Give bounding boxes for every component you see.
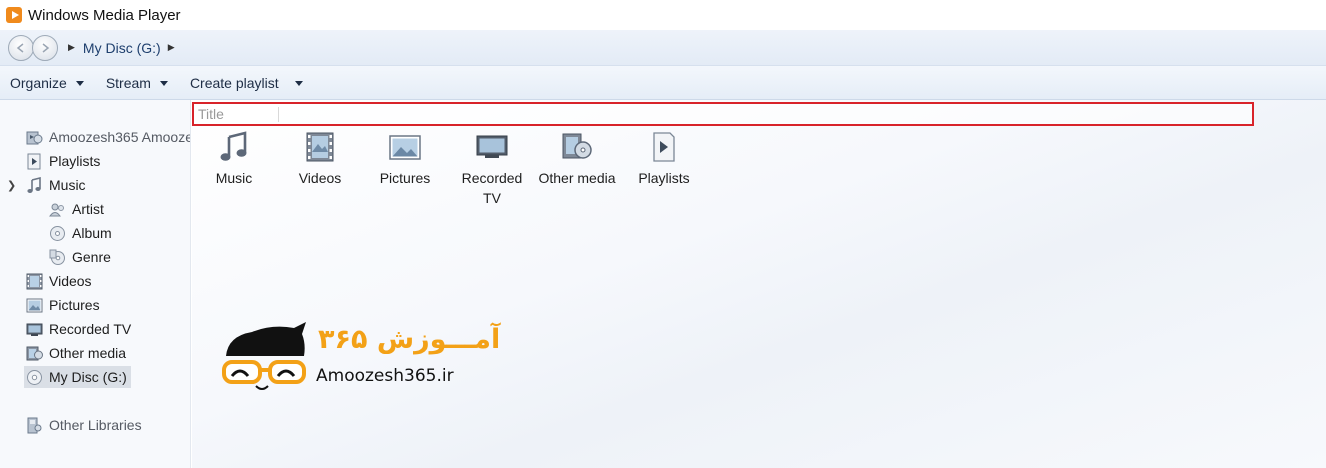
other-libraries-icon	[26, 417, 43, 434]
tile-other-media[interactable]: Other media	[538, 130, 616, 188]
column-header-title[interactable]: Title	[198, 106, 224, 122]
tile-label: Playlists	[638, 170, 690, 186]
tile-playlists[interactable]: Playlists	[625, 130, 703, 188]
sidebar-item-videos[interactable]: Videos	[26, 270, 92, 292]
sidebar-item-library-root[interactable]: Amoozesh365 Amoozesh365	[26, 126, 190, 148]
column-separator[interactable]	[278, 107, 279, 122]
picture-icon	[388, 130, 422, 164]
tile-label: Videos	[298, 170, 342, 186]
watermark-persian-text: آمـــوزش ۳۶۵	[318, 324, 501, 355]
video-film-icon	[303, 130, 337, 164]
watermark-url: Amoozesh365.ir	[316, 366, 454, 386]
other-media-icon	[560, 130, 594, 164]
video-film-icon	[26, 273, 43, 290]
playlist-icon	[647, 130, 681, 164]
sidebar-item-my-disc[interactable]: My Disc (G:)	[24, 366, 131, 388]
tile-videos[interactable]: Videos	[281, 130, 359, 188]
caret-down-icon	[159, 81, 168, 86]
tile-label: Pictures	[379, 170, 431, 186]
navigation-pane: Amoozesh365 Amoozesh365 Playlists ❯ Musi…	[0, 100, 191, 468]
watermark-logo: آمـــوزش ۳۶۵ Amoozesh365.ir	[222, 322, 532, 402]
media-player-app-icon	[6, 7, 22, 23]
sidebar-item-music[interactable]: Music	[26, 174, 86, 196]
sidebar-item-genre[interactable]: Genre	[49, 246, 111, 268]
create-playlist-label: Create playlist	[189, 74, 279, 91]
breadcrumb-chevron-icon[interactable]: ▶	[168, 42, 175, 53]
sidebar-item-label: Genre	[72, 249, 111, 265]
tv-icon	[26, 321, 43, 338]
library-icon	[26, 129, 43, 146]
create-playlist-button[interactable]: Create playlist	[190, 75, 303, 91]
sidebar-item-label: Amoozesh365 Amoozesh365	[49, 129, 190, 145]
other-media-icon	[26, 345, 43, 362]
genre-icon	[49, 249, 66, 266]
sidebar-item-recorded-tv[interactable]: Recorded TV	[26, 318, 131, 340]
sidebar-item-label: Other Libraries	[49, 417, 142, 433]
command-toolbar: Organize Stream Create playlist	[0, 66, 1326, 100]
sidebar-item-playlists[interactable]: Playlists	[26, 150, 100, 172]
tv-icon	[475, 130, 509, 164]
organize-menu-button[interactable]: Organize	[10, 75, 84, 91]
music-note-icon	[26, 176, 43, 194]
sidebar-item-label: Videos	[49, 273, 92, 289]
forward-button[interactable]	[32, 34, 58, 61]
stream-label: Stream	[105, 74, 151, 91]
disc-drive-icon	[26, 369, 43, 386]
breadcrumb-my-disc[interactable]: My Disc (G:)	[83, 40, 161, 56]
sidebar-item-label: Pictures	[49, 297, 100, 313]
playlist-icon	[26, 153, 43, 170]
sidebar-item-other-media[interactable]: Other media	[26, 342, 126, 364]
music-note-icon	[217, 130, 251, 164]
artist-icon	[49, 201, 66, 218]
sidebar-item-label: Other media	[49, 345, 127, 361]
picture-icon	[26, 297, 43, 314]
tile-label: Other media	[538, 170, 616, 186]
tile-label: Music	[215, 170, 253, 186]
arrow-right-icon	[42, 42, 50, 53]
sidebar-item-other-libraries[interactable]: Other Libraries	[26, 414, 142, 436]
organize-label: Organize	[10, 74, 67, 91]
caret-down-icon	[294, 81, 303, 86]
back-button[interactable]	[8, 34, 34, 61]
sidebar-item-label: Artist	[72, 201, 104, 217]
sidebar-item-label: My Disc (G:)	[49, 369, 127, 385]
sidebar-item-label: Recorded TV	[49, 321, 132, 337]
tile-music[interactable]: Music	[195, 130, 273, 188]
column-header-row: Title	[192, 102, 1254, 126]
navigation-bar: ▶ My Disc (G:) ▶	[0, 30, 1326, 66]
tile-recorded-tv[interactable]: Recorded TV	[453, 130, 531, 208]
tile-pictures[interactable]: Pictures	[366, 130, 444, 188]
sidebar-item-album[interactable]: Album	[49, 222, 112, 244]
sidebar-item-pictures[interactable]: Pictures	[26, 294, 100, 316]
sidebar-item-label: Album	[72, 225, 112, 241]
sidebar-item-label: Music	[49, 177, 86, 193]
album-disc-icon	[49, 225, 66, 242]
breadcrumb-separator-icon[interactable]: ▶	[68, 42, 75, 53]
caret-down-icon	[75, 81, 84, 86]
tile-label: Recorded TV	[461, 170, 523, 206]
arrow-left-icon	[16, 42, 24, 53]
sidebar-item-artist[interactable]: Artist	[49, 198, 104, 220]
stream-menu-button[interactable]: Stream	[106, 75, 168, 91]
title-bar: Windows Media Player	[0, 0, 1326, 30]
sidebar-item-label: Playlists	[49, 153, 101, 169]
content-pane: Title Music Videos Pictures Recorded TV …	[192, 100, 1326, 468]
window-title: Windows Media Player	[28, 6, 181, 24]
mascot-glasses-icon	[222, 322, 306, 390]
chevron-down-icon[interactable]: ❯	[7, 179, 16, 192]
